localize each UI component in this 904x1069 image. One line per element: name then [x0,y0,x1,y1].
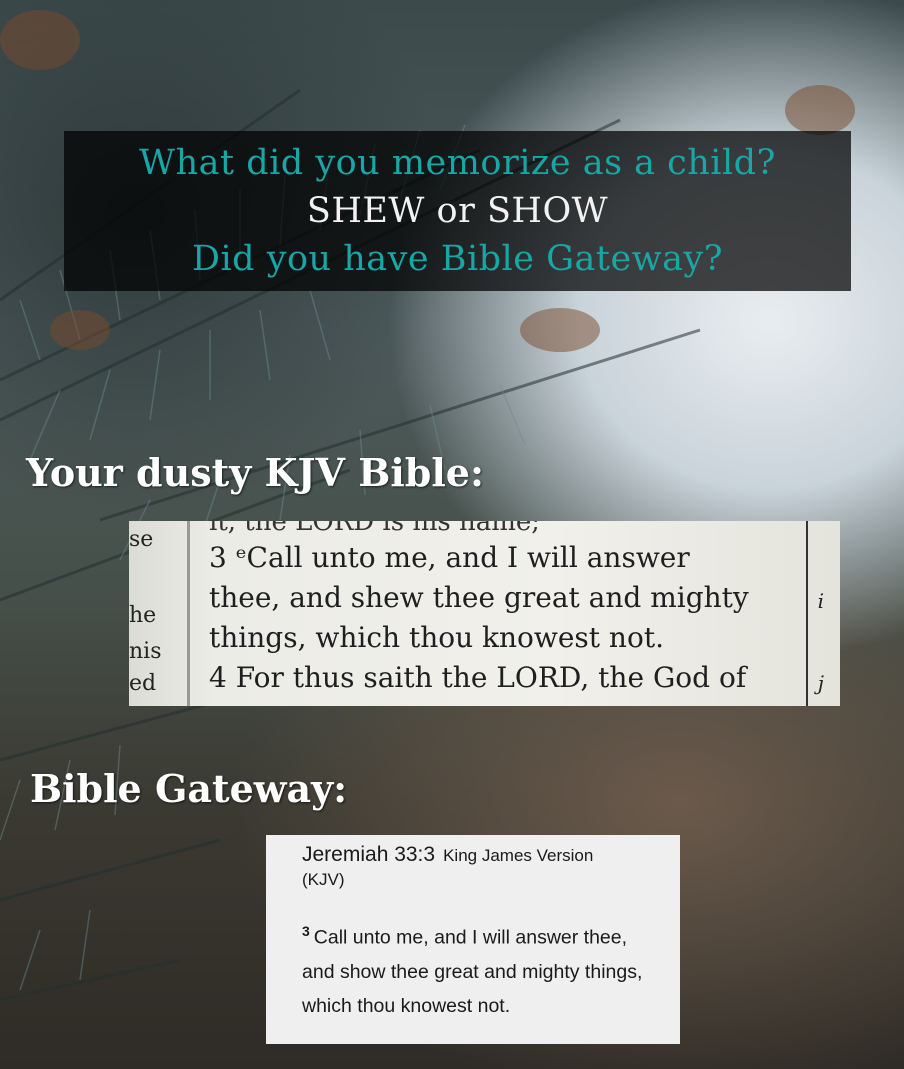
title-overlay: What did you memorize as a child? SHEW o… [64,131,851,291]
cut-off-line: it, the LORD is his name; [209,521,541,537]
verse-number: 3 [302,923,310,939]
margin-fragment: he [129,603,157,628]
margin-fragment: ed [129,671,157,696]
right-margin-mark: i [817,589,824,613]
title-shew-or-show: SHEW or SHOW [306,191,609,231]
verse-line: 4 For thus saith the LORD, the God of [209,661,747,694]
version-name[interactable]: King James Version [443,846,593,865]
column-rule [806,521,808,706]
verse-reference[interactable]: Jeremiah 33:3 [302,843,435,866]
verse-reference-row: Jeremiah 33:3 King James Version (KJV) [302,843,658,892]
title-gateway-question: Did you have Bible Gateway? [191,239,724,279]
title-question: What did you memorize as a child? [139,143,776,183]
right-margin-mark: j [817,671,824,695]
margin-fragment: nis [129,639,162,664]
margin-fragment: se [129,527,154,552]
verse-text-block: 3 Call unto me, and I will answer thee, a… [302,914,658,1023]
verse-text: Call unto me, and I will answer thee, an… [302,926,643,1017]
version-abbr: (KJV) [302,870,345,889]
verse-line: 3 ᵉCall unto me, and I will answer [209,541,690,574]
kjv-bible-label: Your dusty KJV Bible: [26,450,484,495]
verse-line: things, which thou knowest not. [209,621,664,654]
bible-gateway-label: Bible Gateway: [30,766,348,811]
bible-gateway-card: Jeremiah 33:3 King James Version (KJV) 3C… [266,835,680,1044]
kjv-page-photo: it, the LORD is his name; se he nis ed 3… [129,521,840,706]
verse-line: thee, and shew thee great and mighty [209,581,749,614]
page-gutter [187,521,190,706]
